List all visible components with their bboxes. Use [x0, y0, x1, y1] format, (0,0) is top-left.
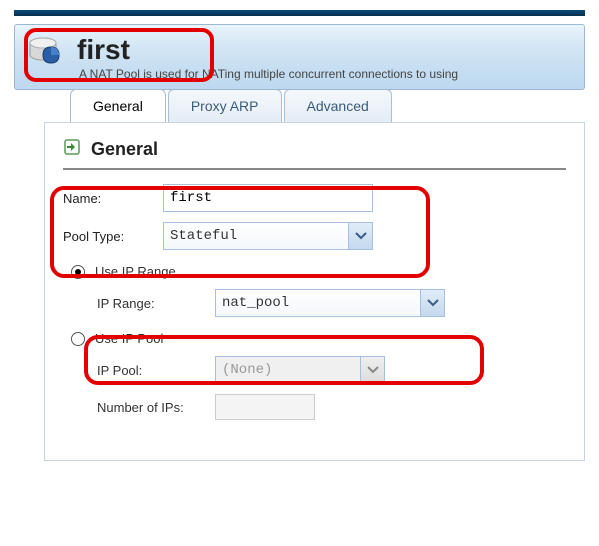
pool-type-value: Stateful [170, 228, 237, 244]
chevron-down-icon [420, 290, 444, 316]
use-ip-range-radio-row[interactable]: Use IP Range [71, 264, 566, 279]
ip-pool-select: (None) [215, 356, 385, 384]
page-header: first A NAT Pool is used for NATing mult… [14, 24, 585, 90]
ip-range-value: nat_pool [222, 295, 289, 311]
tab-content-general: General Name: Pool Type: Stateful Use IP… [44, 122, 585, 461]
name-label: Name: [63, 191, 163, 206]
number-of-ips-input [215, 394, 315, 420]
ip-range-select[interactable]: nat_pool [215, 289, 445, 317]
number-of-ips-label: Number of IPs: [97, 400, 215, 415]
tab-advanced[interactable]: Advanced [284, 89, 392, 122]
use-ip-pool-radio-row[interactable]: Use IP Pool [71, 331, 566, 346]
ip-pool-label: IP Pool: [97, 363, 215, 378]
name-input[interactable] [163, 184, 373, 212]
ip-pool-value: (None) [222, 362, 272, 378]
tab-bar: General Proxy ARP Advanced [70, 89, 585, 122]
top-accent-bar [14, 10, 585, 16]
ip-range-label: IP Range: [97, 296, 215, 311]
pool-type-select[interactable]: Stateful [163, 222, 373, 250]
section-divider [63, 168, 566, 170]
page-title: first [77, 34, 130, 66]
section-heading: General [63, 137, 566, 162]
radio-icon [71, 265, 85, 279]
tab-general[interactable]: General [70, 89, 166, 122]
nat-pool-icon [27, 33, 67, 69]
pool-type-label: Pool Type: [63, 229, 163, 244]
page-description: A NAT Pool is used for NATing multiple c… [79, 67, 572, 81]
section-icon [63, 137, 83, 162]
section-heading-text: General [91, 139, 158, 160]
chevron-down-icon [360, 357, 384, 383]
tab-proxy-arp[interactable]: Proxy ARP [168, 89, 282, 122]
use-ip-pool-label: Use IP Pool [95, 331, 163, 346]
use-ip-range-label: Use IP Range [95, 264, 176, 279]
radio-icon [71, 332, 85, 346]
chevron-down-icon [348, 223, 372, 249]
